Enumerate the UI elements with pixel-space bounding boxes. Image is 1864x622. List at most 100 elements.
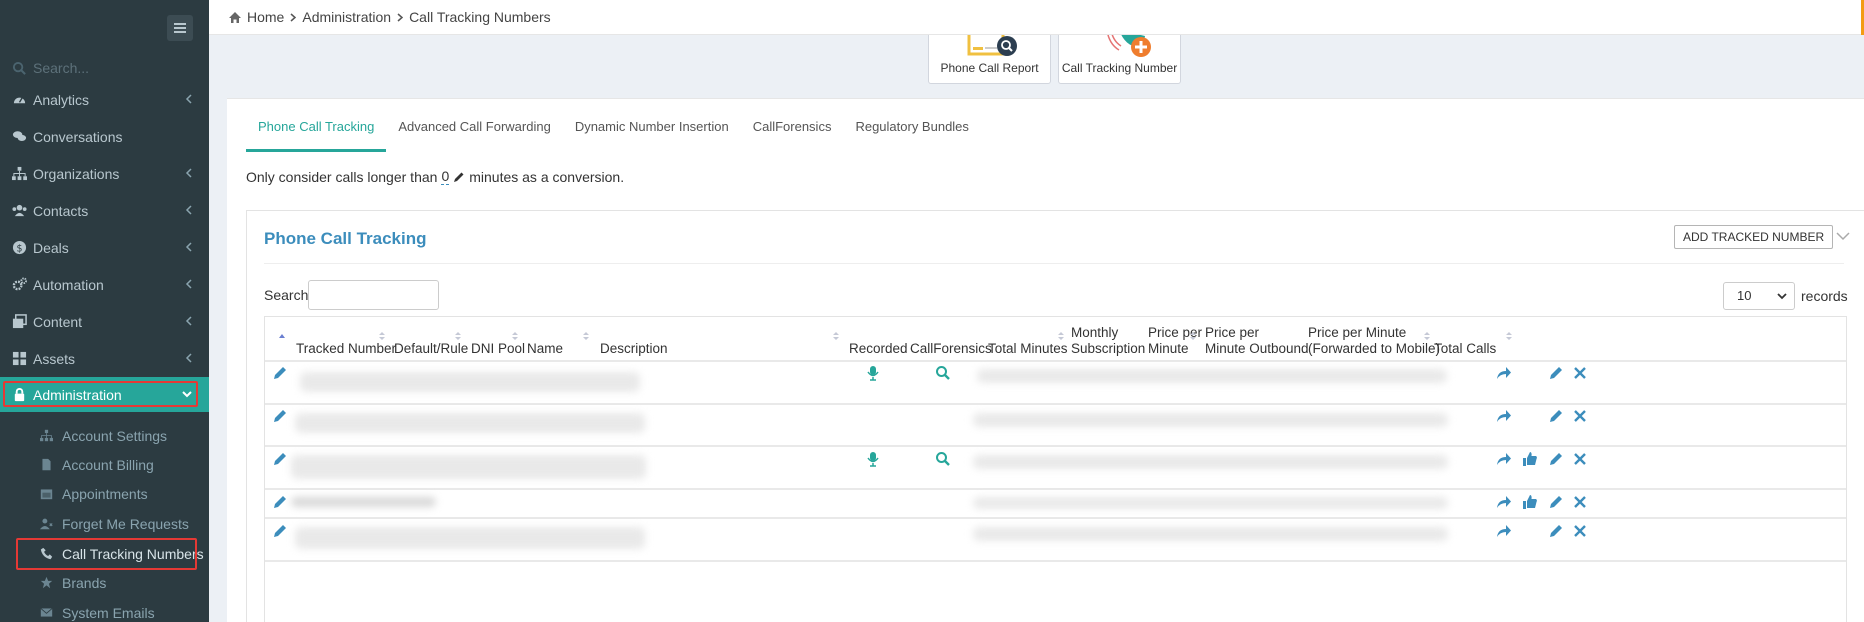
menu-item-automation[interactable]: Automation xyxy=(0,266,209,303)
col-ppmo-label-1: Price per xyxy=(1205,325,1260,340)
sort-icon[interactable] xyxy=(512,331,518,341)
chevron-right-icon xyxy=(290,12,297,22)
tile-label: Call Tracking Number xyxy=(1061,61,1178,75)
edit-row-icon[interactable] xyxy=(272,365,288,381)
tab-bar: Phone Call Tracking Advanced Call Forwar… xyxy=(246,111,981,152)
tab-regulatory-bundles[interactable]: Regulatory Bundles xyxy=(843,111,980,152)
close-icon[interactable] xyxy=(1572,365,1588,381)
col-description[interactable]: Description xyxy=(600,317,668,362)
forward-call-icon[interactable] xyxy=(1496,494,1512,510)
search-icon[interactable] xyxy=(935,451,951,467)
forward-call-icon[interactable] xyxy=(1496,523,1512,539)
menu-item-label: Deals xyxy=(33,239,69,256)
close-icon[interactable] xyxy=(1572,494,1588,510)
submenu-account-billing[interactable]: Account Billing xyxy=(0,450,209,479)
conversion-minutes-value[interactable]: 0 xyxy=(441,168,450,185)
col-ppm-label-2: Minute xyxy=(1148,341,1189,356)
forward-call-icon[interactable] xyxy=(1496,451,1512,467)
dollar-circle-icon: $ xyxy=(11,240,28,255)
close-icon[interactable] xyxy=(1572,451,1588,467)
tab-callforensics[interactable]: CallForensics xyxy=(741,111,844,152)
col-total-minutes-label: Total Minutes xyxy=(988,341,1068,356)
edit-row-icon[interactable] xyxy=(272,451,288,467)
sort-icon[interactable] xyxy=(833,331,839,341)
row-divider xyxy=(265,403,1846,405)
menu-item-contacts[interactable]: Contacts xyxy=(0,192,209,229)
microphone-icon[interactable] xyxy=(865,451,881,467)
col-description-label: Description xyxy=(600,341,668,356)
edit-row-icon[interactable] xyxy=(272,494,288,510)
search-icon[interactable] xyxy=(935,365,951,381)
col-name[interactable]: Name xyxy=(527,317,563,362)
sort-icon[interactable] xyxy=(379,331,385,341)
hamburger-icon xyxy=(174,27,186,29)
edit-icon[interactable] xyxy=(1548,408,1564,424)
edit-row-icon[interactable] xyxy=(272,523,288,539)
thumbs-up-icon[interactable] xyxy=(1522,451,1538,467)
edit-row-icon[interactable] xyxy=(272,408,288,424)
phone-call-report-tile[interactable]: Phone Call Report xyxy=(928,30,1051,84)
close-icon[interactable] xyxy=(1572,523,1588,539)
submenu-forget-me-requests[interactable]: Forget Me Requests xyxy=(0,509,209,538)
sort-icon[interactable] xyxy=(455,331,461,341)
col-recorded[interactable]: Recorded xyxy=(849,317,908,362)
page-size-select[interactable]: 10 xyxy=(1723,282,1795,310)
edit-icon[interactable] xyxy=(1548,365,1564,381)
row-divider xyxy=(265,445,1846,447)
breadcrumb-home[interactable]: Home xyxy=(247,9,284,25)
menu-item-assets[interactable]: Assets xyxy=(0,340,209,377)
menu-item-content[interactable]: Content xyxy=(0,303,209,340)
menu-item-deals[interactable]: $ Deals xyxy=(0,229,209,266)
tab-dynamic-number-insertion[interactable]: Dynamic Number Insertion xyxy=(563,111,741,152)
table-search-input[interactable] xyxy=(308,280,439,310)
submenu-account-settings[interactable]: Account Settings xyxy=(0,421,209,450)
submenu-brands[interactable]: Brands xyxy=(0,568,209,597)
col-total-minutes[interactable]: Total Minutes xyxy=(988,317,1068,362)
col-total-calls[interactable]: Total Calls xyxy=(1434,317,1496,362)
sort-icon[interactable] xyxy=(1058,331,1064,341)
submenu-label: Account Settings xyxy=(62,427,168,444)
submenu-appointments[interactable]: Appointments xyxy=(0,479,209,508)
chevron-left-icon xyxy=(185,353,192,363)
sort-icon[interactable] xyxy=(583,331,589,341)
administration-highlight xyxy=(3,381,198,407)
forward-call-icon[interactable] xyxy=(1496,365,1512,381)
thumbs-up-icon[interactable] xyxy=(1522,494,1538,510)
home-icon xyxy=(229,11,241,23)
chevron-down-icon[interactable] xyxy=(1836,231,1850,241)
edit-icon[interactable] xyxy=(1548,494,1564,510)
sort-icon[interactable] xyxy=(1424,331,1430,341)
breadcrumb-administration[interactable]: Administration xyxy=(302,9,391,25)
add-tracked-number-button[interactable]: ADD TRACKED NUMBER xyxy=(1674,225,1834,249)
col-callforensics[interactable]: CallForensics xyxy=(910,317,992,362)
col-price-per-minute-forwarded[interactable]: Price per Minute (Forwarded to Mobile) xyxy=(1308,317,1440,362)
edit-icon[interactable] xyxy=(1548,523,1564,539)
submenu-system-emails[interactable]: System Emails xyxy=(0,598,209,622)
file-icon xyxy=(38,458,54,472)
col-dni-pool-label: DNI Pool xyxy=(471,341,526,356)
col-price-per-minute-outbound[interactable]: Price per Minute Outbound xyxy=(1205,317,1309,362)
forward-call-icon[interactable] xyxy=(1496,408,1512,424)
edit-icon[interactable] xyxy=(1548,451,1564,467)
sidebar-search-input[interactable] xyxy=(33,60,193,76)
pencil-icon[interactable] xyxy=(453,171,465,183)
menu-item-conversations[interactable]: Conversations xyxy=(0,118,209,155)
breadcrumb: Home Administration Call Tracking Number… xyxy=(209,0,1864,35)
col-monthly-subscription[interactable]: Monthly Subscription xyxy=(1071,317,1145,362)
tracked-numbers-table: Tracked Number Default/Rule DNI Pool Nam… xyxy=(264,316,1847,622)
sort-icon[interactable] xyxy=(1190,331,1196,341)
col-monthly-label-2: Subscription xyxy=(1071,341,1146,356)
tile-label: Phone Call Report xyxy=(940,61,1039,75)
close-icon[interactable] xyxy=(1572,408,1588,424)
call-tracking-number-tile[interactable]: Call Tracking Number xyxy=(1058,30,1181,84)
col-recorded-label: Recorded xyxy=(849,341,908,356)
menu-item-analytics[interactable]: Analytics xyxy=(0,81,209,118)
tab-phone-call-tracking[interactable]: Phone Call Tracking xyxy=(246,111,387,152)
sidebar-toggle-button[interactable] xyxy=(167,15,193,41)
sort-icon[interactable] xyxy=(1506,331,1512,341)
tab-advanced-call-forwarding[interactable]: Advanced Call Forwarding xyxy=(386,111,562,152)
menu-item-organizations[interactable]: Organizations xyxy=(0,155,209,192)
sort-asc-icon[interactable] xyxy=(279,333,285,343)
microphone-icon[interactable] xyxy=(865,365,881,381)
menu-item-label: Conversations xyxy=(33,128,123,145)
